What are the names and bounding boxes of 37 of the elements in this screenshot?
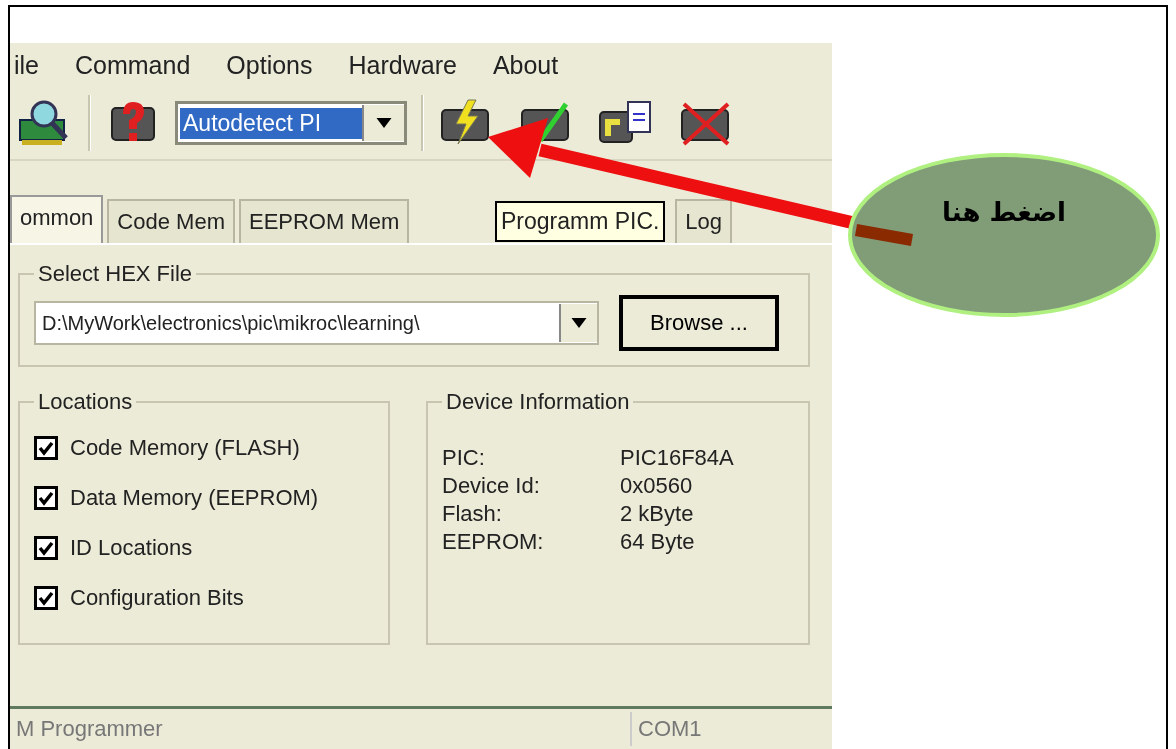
checkbox-label: Configuration Bits xyxy=(70,585,244,611)
info-label: Device Id: xyxy=(442,473,541,499)
menu-item[interactable]: About xyxy=(492,50,559,80)
group-title: Locations xyxy=(37,389,134,415)
device-dropdown[interactable]: Autodetect PI xyxy=(175,101,407,145)
status-text: COM1 xyxy=(637,715,703,743)
checkbox[interactable] xyxy=(34,486,58,510)
file-path-dropdown[interactable]: D:\MyWork\electronics\pic\mikroc\learning\ xyxy=(34,301,599,345)
tab[interactable]: EEPROM Mem xyxy=(238,199,410,243)
menu-item[interactable]: ile xyxy=(14,50,39,80)
menu-item[interactable]: Hardware xyxy=(348,50,457,80)
checkbox[interactable] xyxy=(34,436,58,460)
tooltip: Programm PIC. xyxy=(495,201,666,242)
info-value: 2 kByte xyxy=(620,501,695,527)
group-title: Select HEX File xyxy=(37,261,194,287)
info-value: 64 Byte xyxy=(620,529,696,555)
checkbox[interactable] xyxy=(34,586,58,610)
checkbox[interactable] xyxy=(34,536,58,560)
checkbox-label: ID Locations xyxy=(70,535,193,561)
tab[interactable]: Code Mem xyxy=(107,199,235,243)
info-value: PIC16F84A xyxy=(620,445,735,471)
group-title: Device Information xyxy=(445,389,631,415)
status-text: M Programmer xyxy=(10,712,632,746)
info-label: EEPROM: xyxy=(442,529,545,555)
checkbox-label: Code Memory (FLASH) xyxy=(70,435,300,461)
tab[interactable]: Log xyxy=(675,199,733,243)
tab[interactable]: ommon xyxy=(10,195,104,243)
browse-button[interactable]: Browse ... xyxy=(619,295,779,351)
menu-item[interactable]: Options xyxy=(226,50,313,80)
caret-icon xyxy=(571,318,587,328)
callout-text: اضغط هنا xyxy=(942,197,1066,227)
info-label: PIC: xyxy=(442,445,486,471)
info-value: 0x0560 xyxy=(620,473,694,499)
info-label: Flash: xyxy=(442,501,503,527)
caret-icon xyxy=(376,118,392,128)
checkbox-label: Data Memory (EEPROM) xyxy=(70,485,319,511)
menu-item[interactable]: Command xyxy=(75,50,191,80)
